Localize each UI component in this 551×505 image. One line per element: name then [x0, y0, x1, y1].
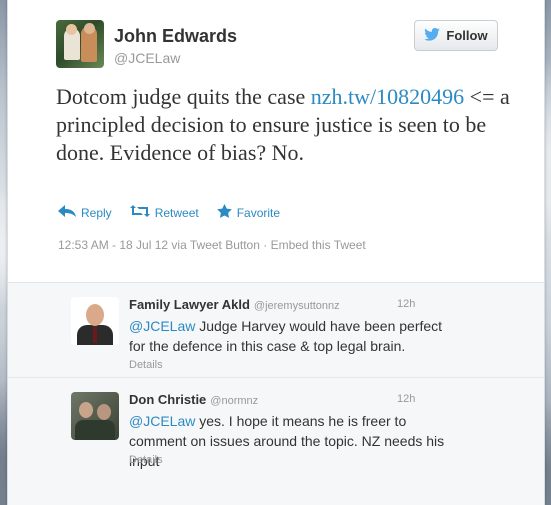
reply-text: @JCELaw yes. I hope it means he is freer… — [129, 411, 459, 471]
follow-button[interactable]: Follow — [414, 20, 498, 51]
retweet-icon — [129, 205, 150, 220]
favorite-label: Favorite — [236, 205, 281, 220]
avatar[interactable] — [71, 392, 119, 440]
reply-time[interactable]: 12h — [397, 298, 415, 310]
author-name[interactable]: John Edwards — [114, 26, 237, 47]
reply-author[interactable]: Family Lawyer Akld @jeremysuttonnz — [129, 297, 340, 312]
tweet-text: Dotcom judge quits the case nzh.tw/10820… — [56, 83, 526, 167]
avatar[interactable] — [71, 297, 119, 345]
reply-time[interactable]: 12h — [397, 393, 415, 405]
details-link[interactable]: Details — [129, 454, 163, 466]
mention-link[interactable]: @JCELaw — [129, 413, 195, 429]
retweet-action[interactable]: Retweet — [129, 204, 199, 221]
reply-item: Don Christie @normnz 12h @JCELaw yes. I h… — [8, 377, 544, 471]
replies-list: Family Lawyer Akld @jeremysuttonnz 12h @J… — [8, 283, 544, 505]
twitter-bird-icon — [424, 27, 441, 44]
reply-author-name: Don Christie — [129, 392, 207, 407]
tweet-meta: 12:53 AM - 18 Jul 12 via Tweet Button · … — [58, 238, 366, 252]
author-handle[interactable]: @JCELaw — [114, 50, 180, 66]
reply-text: @JCELaw Judge Harvey would have been per… — [129, 316, 459, 356]
tweet-link[interactable]: nzh.tw/10820496 — [311, 84, 464, 109]
reply-author-handle: @jeremysuttonnz — [253, 300, 340, 312]
tweet-actions: Reply Retweet Favorite — [58, 204, 280, 221]
reply-author-handle: @normnz — [210, 395, 259, 407]
reply-author[interactable]: Don Christie @normnz — [129, 392, 258, 407]
details-link[interactable]: Details — [129, 359, 163, 371]
reply-icon — [58, 205, 76, 220]
tweet-header: John Edwards @JCELaw Follow — [56, 20, 544, 72]
tweet-text-before: Dotcom judge quits the case — [56, 84, 311, 109]
avatar[interactable] — [56, 20, 104, 68]
retweet-label: Retweet — [154, 205, 199, 220]
reply-action[interactable]: Reply — [58, 204, 112, 221]
star-icon — [216, 204, 232, 221]
reply-author-name: Family Lawyer Akld — [129, 297, 250, 312]
favorite-action[interactable]: Favorite — [216, 204, 281, 221]
reply-item: Family Lawyer Akld @jeremysuttonnz 12h @J… — [8, 283, 544, 377]
embedded-tweet-card: John Edwards @JCELaw Follow Dotcom judge… — [7, 0, 545, 505]
follow-label: Follow — [446, 28, 488, 43]
mention-link[interactable]: @JCELaw — [129, 318, 195, 334]
reply-label: Reply — [81, 205, 112, 220]
